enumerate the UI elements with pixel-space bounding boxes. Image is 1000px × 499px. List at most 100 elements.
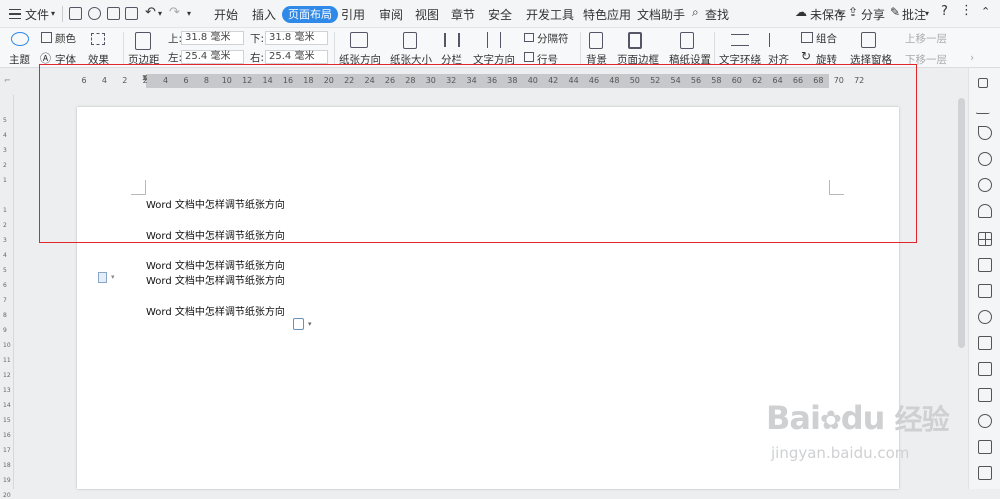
tab-chapter[interactable]: 章节: [451, 6, 475, 23]
document-icon[interactable]: [98, 272, 107, 283]
fonts-icon[interactable]: Ⓐ: [40, 50, 51, 66]
shapes-icon[interactable]: [978, 178, 992, 192]
hamburger-icon[interactable]: [9, 9, 21, 19]
align-button[interactable]: 对齐: [768, 52, 789, 67]
undo-icon[interactable]: ↶: [145, 5, 156, 20]
effects-button[interactable]: 效果: [88, 52, 109, 67]
print-preview-icon[interactable]: [125, 7, 138, 20]
wrap-text-button[interactable]: 文字环绕: [719, 52, 761, 67]
comment-dropdown-icon[interactable]: ▾: [925, 9, 929, 18]
search-button[interactable]: 查找: [705, 6, 729, 23]
scroll-thumb[interactable]: [958, 98, 965, 348]
page-borders-icon[interactable]: [628, 32, 642, 49]
effects-icon[interactable]: [91, 33, 105, 45]
document-line[interactable]: Word 文档中怎样调节纸张方向: [146, 272, 285, 287]
cloud-icon[interactable]: ☁: [795, 5, 807, 19]
line-numbers-button[interactable]: 行号: [537, 52, 558, 67]
colors-button[interactable]: 颜色: [55, 31, 76, 46]
rotate-button[interactable]: 旋转: [816, 52, 837, 67]
share-icon[interactable]: [978, 414, 992, 428]
rotate-icon[interactable]: ↻: [801, 49, 811, 63]
vertical-scrollbar[interactable]: [955, 68, 968, 489]
grid-icon[interactable]: [978, 258, 992, 272]
comment-icon[interactable]: ✎: [890, 5, 900, 19]
paper-size-button[interactable]: 纸张大小: [390, 52, 432, 67]
text-direction-icon[interactable]: [487, 32, 501, 48]
archive-icon[interactable]: [978, 440, 992, 454]
page-borders-button[interactable]: 页面边框: [617, 52, 659, 67]
export-icon[interactable]: [978, 388, 992, 402]
tab-security[interactable]: 安全: [488, 6, 512, 23]
share-button[interactable]: 分享: [861, 6, 885, 23]
margins-icon[interactable]: [135, 32, 151, 50]
tab-view[interactable]: 视图: [415, 6, 439, 23]
select-icon[interactable]: [978, 126, 992, 140]
top-margin-field[interactable]: 31.8 毫米: [181, 31, 244, 45]
document-icon[interactable]: [978, 362, 992, 376]
grid-paper-button[interactable]: 稿纸设置: [669, 52, 711, 67]
send-backward-button[interactable]: 下移一层: [905, 52, 947, 67]
selection-pane-icon[interactable]: [861, 32, 876, 48]
tab-home[interactable]: 开始: [214, 6, 238, 23]
undo-dropdown-icon[interactable]: ▾: [158, 9, 162, 18]
print-icon[interactable]: [107, 7, 120, 20]
line-numbers-icon[interactable]: [524, 52, 534, 62]
settings-icon[interactable]: [978, 310, 992, 324]
orientation-button[interactable]: 纸张方向: [339, 52, 381, 67]
bottom-margin-field[interactable]: 31.8 毫米: [265, 31, 328, 45]
wrap-text-icon[interactable]: [731, 34, 749, 46]
tab-features[interactable]: 特色应用: [583, 6, 631, 23]
breaks-icon[interactable]: [524, 33, 534, 42]
theme-button[interactable]: 主题: [9, 52, 30, 67]
colors-icon[interactable]: [41, 32, 52, 43]
document-line[interactable]: Word 文档中怎样调节纸张方向: [146, 303, 285, 318]
tab-developer[interactable]: 开发工具: [526, 6, 574, 23]
paste-dropdown-icon[interactable]: ▾: [308, 320, 312, 328]
fonts-button[interactable]: 字体: [55, 52, 76, 67]
tab-references[interactable]: 引用: [341, 6, 365, 23]
left-margin-field[interactable]: 25.4 毫米: [181, 50, 244, 64]
right-margin-field[interactable]: 25.4 毫米: [265, 50, 328, 64]
tab-page-layout[interactable]: 页面布局: [282, 6, 338, 23]
chart-icon[interactable]: [978, 284, 992, 298]
search-icon[interactable]: ⌕: [692, 5, 699, 20]
paper-size-icon[interactable]: [403, 32, 417, 49]
customize-icon[interactable]: ▾: [187, 9, 191, 18]
background-icon[interactable]: [589, 32, 603, 49]
file-dropdown-icon[interactable]: ▾: [51, 9, 55, 18]
selection-pane-button[interactable]: 选择窗格: [850, 52, 892, 67]
background-button[interactable]: 背景: [586, 52, 607, 67]
document-line[interactable]: Word 文档中怎样调节纸张方向: [146, 257, 285, 272]
orientation-icon[interactable]: [350, 32, 368, 48]
help-button[interactable]: ?: [941, 4, 948, 19]
text-direction-button[interactable]: 文字方向: [473, 52, 515, 67]
ribbon-more-icon[interactable]: ›: [970, 52, 974, 64]
save-icon[interactable]: [69, 7, 82, 20]
columns-button[interactable]: 分栏: [441, 52, 462, 67]
breaks-button[interactable]: 分隔符: [537, 31, 569, 46]
document-line[interactable]: Word 文档中怎样调节纸张方向: [146, 227, 285, 242]
theme-icon[interactable]: [11, 32, 29, 46]
edit-icon[interactable]: [975, 100, 995, 114]
comment-button[interactable]: 批注: [902, 6, 926, 23]
share-icon[interactable]: ⇪: [848, 5, 858, 19]
tab-review[interactable]: 审阅: [379, 6, 403, 23]
bring-forward-button[interactable]: 上移一层: [905, 31, 947, 46]
document-line[interactable]: Word 文档中怎样调节纸张方向: [146, 196, 285, 211]
image-icon[interactable]: [978, 466, 992, 480]
style-icon[interactable]: [978, 204, 992, 218]
margins-button[interactable]: 页边距: [128, 52, 160, 67]
table-icon[interactable]: [978, 232, 992, 246]
more-icon[interactable]: ⋮: [960, 3, 973, 18]
tab-doc-assistant[interactable]: 文档助手: [637, 6, 685, 23]
collapse-ribbon-icon[interactable]: ⌃: [981, 5, 990, 18]
group-button[interactable]: 组合: [816, 31, 837, 46]
group-icon[interactable]: [801, 32, 813, 43]
tab-insert[interactable]: 插入: [252, 6, 276, 23]
export-icon[interactable]: [88, 7, 101, 20]
unsaved-dropdown-icon[interactable]: ▾: [838, 9, 842, 18]
align-icon[interactable]: [769, 33, 783, 47]
location-icon[interactable]: [978, 152, 992, 166]
file-menu[interactable]: 文件: [25, 6, 49, 23]
collapse-sidebar-icon[interactable]: [978, 78, 988, 88]
